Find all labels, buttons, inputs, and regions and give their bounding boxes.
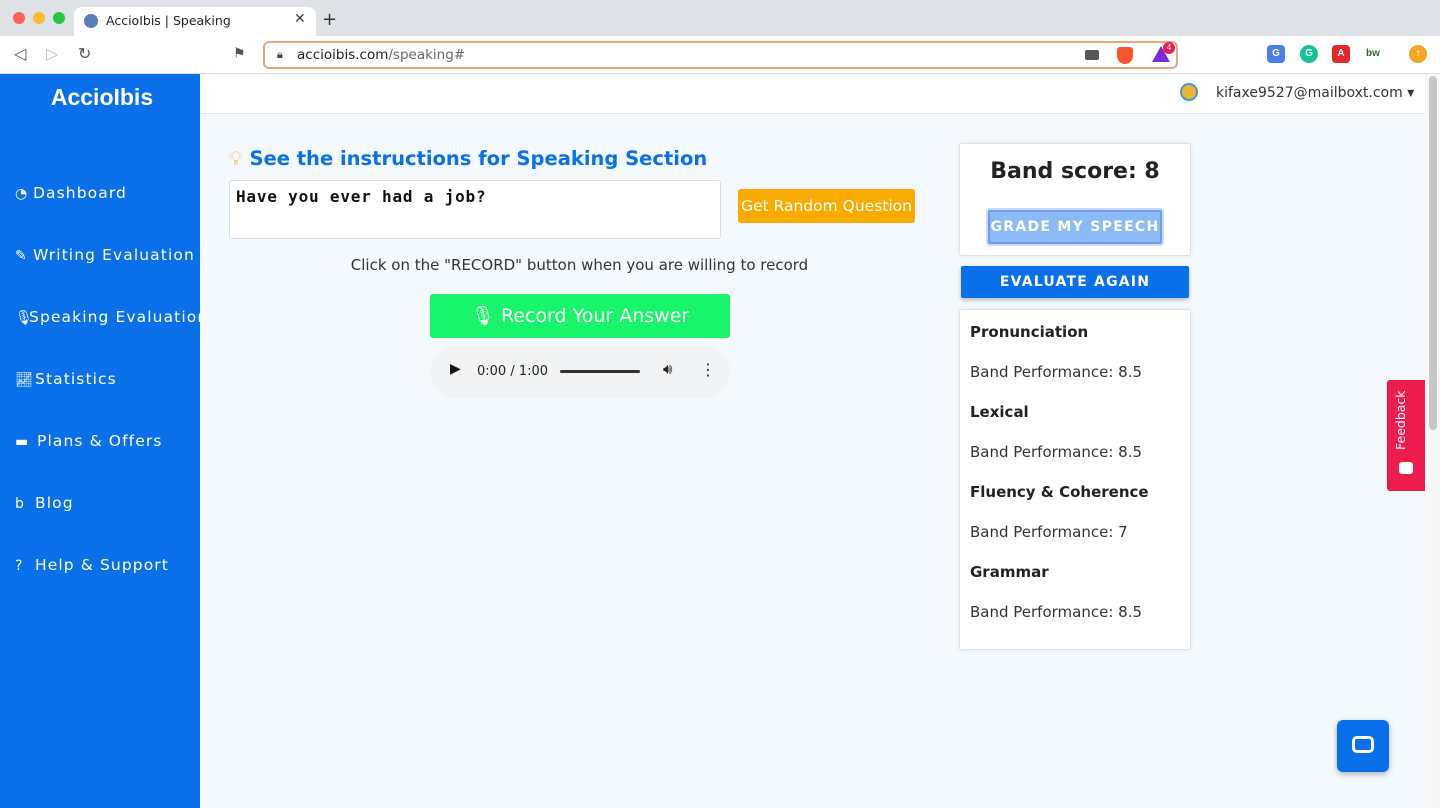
user-email: kifaxe9527@mailboxt.com	[1216, 85, 1403, 101]
medal-icon	[1180, 83, 1198, 101]
bw-icon[interactable]: bw	[1363, 45, 1383, 63]
feedback-label: Feedback	[1393, 390, 1408, 450]
criterion-name: Pronunciation	[970, 323, 1089, 341]
browser-tab[interactable]: AccioIbis | Speaking ✕	[74, 7, 316, 36]
question-textarea[interactable]: Have you ever had a job?	[229, 180, 721, 239]
lock-icon: 🔒︎	[277, 48, 283, 61]
sidebar-item-label: Dashboard	[33, 184, 127, 202]
microphone-icon: 🎙︎	[15, 310, 34, 326]
grade-my-speech-button[interactable]: GRADE MY SPEECH	[986, 208, 1164, 246]
get-random-question-button[interactable]: Get Random Question	[738, 189, 915, 223]
sidebar: AccioIbis ◔ Dashboard ✎ Writing Evaluation…	[0, 74, 207, 808]
feedback-tab[interactable]: Feedback	[1387, 380, 1425, 491]
minimize-window-button[interactable]	[33, 12, 45, 24]
criteria-card: Pronunciation Band Performance: 8.5 Lexi…	[959, 309, 1191, 650]
rewards-badge: 4	[1163, 42, 1175, 54]
criterion-performance: Band Performance: 7	[970, 523, 1128, 541]
chart-icon: 📈︎	[15, 372, 34, 388]
volume-icon[interactable]: 🔊︎	[663, 360, 672, 378]
criterion-performance: Band Performance: 8.5	[970, 603, 1143, 621]
audio-player: ▶ 0:00 / 1:00 🔊︎ ⋮	[430, 346, 730, 398]
sidebar-item-label: Help & Support	[35, 556, 169, 574]
browser-tab-bar: AccioIbis | Speaking ✕ +	[0, 0, 1440, 36]
audio-progress-slider[interactable]	[560, 370, 640, 373]
record-hint: Click on the "RECORD" button when you ar…	[350, 256, 809, 274]
chevron-down-icon: ▾	[1407, 85, 1415, 101]
credit-card-icon: ▬	[15, 434, 30, 450]
pencil-icon: ✎	[15, 248, 28, 264]
criterion-name: Fluency & Coherence	[970, 483, 1149, 501]
update-icon[interactable]: ↑	[1409, 45, 1427, 63]
criterion-performance: Band Performance: 8.5	[970, 443, 1143, 461]
browser-toolbar: ◁ ▷ ↻ ⚑ 🔒︎ accioibis.com/speaking# 4 G G…	[0, 36, 1440, 74]
pdf-icon[interactable]: A	[1332, 45, 1350, 63]
forward-icon[interactable]: ▷	[46, 44, 58, 63]
evaluate-again-button[interactable]: EVALUATE AGAIN	[961, 266, 1189, 298]
instructions-link-text: See the instructions for Speaking Sectio…	[249, 147, 708, 170]
microphone-icon: 🎙︎	[470, 305, 495, 327]
sidebar-item-label: Writing Evaluation	[33, 246, 195, 264]
sidebar-item-label: Speaking Evaluation	[29, 308, 209, 326]
instructions-link[interactable]: 💡︎ See the instructions for Speaking Sec…	[229, 147, 707, 170]
criterion-name: Lexical	[970, 403, 1029, 421]
chat-icon	[1352, 736, 1374, 753]
bookmark-icon[interactable]: ⚑	[233, 46, 246, 62]
close-tab-icon[interactable]: ✕	[294, 11, 306, 27]
maximize-window-button[interactable]	[53, 12, 65, 24]
sidebar-item-dashboard[interactable]: ◔ Dashboard	[15, 184, 127, 202]
sidebar-item-blog[interactable]: b Blog	[15, 494, 74, 512]
dashboard-icon: ◔	[15, 186, 29, 202]
reload-icon[interactable]: ↻	[78, 44, 91, 63]
lightbulb-icon: 💡︎	[229, 147, 243, 170]
brand-logo[interactable]: AccioIbis	[0, 84, 204, 111]
top-header: kifaxe9527@mailboxt.com ▾	[200, 74, 1425, 114]
tab-title: AccioIbis | Speaking	[106, 13, 231, 28]
criterion-name: Grammar	[970, 563, 1049, 581]
record-button-label: Record Your Answer	[500, 305, 690, 327]
criterion-performance: Band Performance: 8.5	[970, 363, 1143, 381]
sidebar-item-label: Statistics	[35, 370, 117, 388]
user-menu[interactable]: kifaxe9527@mailboxt.com ▾	[1216, 85, 1414, 101]
address-bar[interactable]: 🔒︎ accioibis.com/speaking# 4	[263, 41, 1178, 69]
sidebar-item-label: Plans & Offers	[37, 432, 163, 450]
feedback-icon	[1399, 462, 1413, 474]
translate-icon[interactable]: G	[1267, 45, 1285, 63]
sidebar-item-statistics[interactable]: 📈︎Statistics	[15, 370, 117, 388]
camera-icon[interactable]	[1085, 50, 1099, 60]
brave-shield-icon[interactable]	[1117, 47, 1133, 64]
new-tab-icon[interactable]: +	[322, 9, 337, 30]
sidebar-item-label: Blog	[35, 494, 74, 512]
audio-time: 0:00 / 1:00	[477, 364, 549, 379]
sidebar-item-plans-offers[interactable]: ▬ Plans & Offers	[15, 432, 163, 450]
band-score: Band score: 8	[990, 159, 1160, 184]
sidebar-item-help-support[interactable]: ? Help & Support	[15, 556, 169, 574]
sidebar-item-speaking-evaluation[interactable]: 🎙︎Speaking Evaluation	[15, 308, 208, 326]
more-options-icon[interactable]: ⋮	[700, 360, 716, 379]
site-favicon-icon	[84, 14, 98, 28]
sidebar-item-writing-evaluation[interactable]: ✎ Writing Evaluation	[15, 246, 195, 264]
back-icon[interactable]: ◁	[14, 44, 26, 63]
band-score-card: Band score: 8 GRADE MY SPEECH	[959, 143, 1191, 256]
scrollbar-thumb[interactable]	[1429, 76, 1437, 430]
grammarly-icon[interactable]: G	[1300, 45, 1318, 63]
url-text: accioibis.com/speaking#	[297, 47, 466, 63]
close-window-button[interactable]	[13, 12, 25, 24]
record-answer-button[interactable]: 🎙︎ Record Your Answer	[430, 294, 730, 338]
play-icon[interactable]: ▶	[450, 361, 461, 377]
blog-icon: b	[15, 496, 25, 512]
question-icon: ?	[15, 558, 24, 574]
chat-widget-button[interactable]	[1337, 720, 1389, 772]
